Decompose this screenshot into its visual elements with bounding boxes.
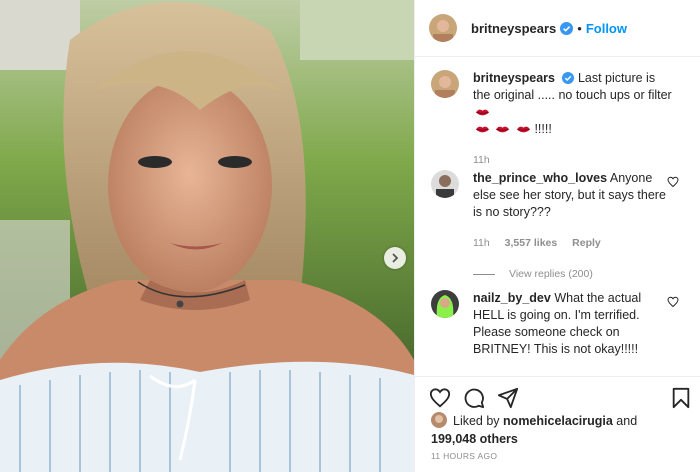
- divider: [473, 274, 495, 275]
- likes-prefix: Liked by: [453, 414, 500, 428]
- separator-dot: •: [577, 20, 582, 36]
- comment-meta: 11h 3,557 likes Reply: [473, 235, 667, 252]
- likes-user[interactable]: nomehicelacirugia: [503, 414, 613, 428]
- share-icon[interactable]: [497, 387, 519, 409]
- avatar[interactable]: [431, 290, 459, 318]
- verified-badge-icon: [560, 21, 574, 35]
- view-replies-label: View replies (200): [509, 268, 593, 280]
- selfie-photo: [0, 0, 414, 472]
- bookmark-icon[interactable]: [671, 387, 691, 409]
- lips-icon: [475, 126, 490, 133]
- caption-username[interactable]: britneyspears: [473, 71, 555, 85]
- likes-and: and: [616, 414, 638, 428]
- like-comment-heart-icon[interactable]: [667, 176, 679, 188]
- comment-username[interactable]: the_prince_who_loves: [473, 171, 607, 185]
- header-username[interactable]: britneyspears: [471, 21, 556, 36]
- post-timestamp[interactable]: 11 HOURS AGO: [431, 451, 497, 461]
- comments-list: britneyspears Last picture is the origin…: [415, 70, 700, 370]
- next-photo-button[interactable]: [384, 247, 406, 269]
- view-replies-button[interactable]: View replies (200): [473, 266, 667, 283]
- post-panel: britneyspears • Follow britneyspears Las…: [414, 0, 700, 472]
- comment-item: nailz_by_dev What the actual HELL is goi…: [415, 290, 700, 370]
- verified-badge-icon: [562, 72, 575, 84]
- avatar[interactable]: [431, 170, 459, 198]
- lips-icon: [516, 126, 531, 133]
- avatar[interactable]: [429, 14, 457, 42]
- comment-likes[interactable]: 3,557 likes: [505, 237, 558, 249]
- post-header: britneyspears • Follow: [415, 0, 700, 57]
- likes-count[interactable]: 199,048 others: [431, 432, 518, 446]
- action-bar: [415, 376, 700, 413]
- avatar[interactable]: [431, 70, 459, 98]
- caption-meta: 11h: [473, 152, 667, 169]
- caption-suffix: !!!!!: [534, 122, 552, 136]
- comment-time[interactable]: 11h: [473, 237, 490, 249]
- avatar[interactable]: [431, 412, 447, 428]
- reply-button[interactable]: Reply: [572, 237, 601, 249]
- lips-icon: [496, 126, 510, 133]
- comment-item: the_prince_who_loves Anyone else see her…: [415, 170, 700, 290]
- comment-username[interactable]: nailz_by_dev: [473, 291, 551, 305]
- comment-icon[interactable]: [463, 387, 485, 409]
- post-image[interactable]: [0, 0, 414, 472]
- like-comment-heart-icon[interactable]: [667, 296, 679, 308]
- lips-icon: [475, 109, 490, 116]
- caption-time[interactable]: 11h: [473, 154, 490, 166]
- like-heart-icon[interactable]: [429, 387, 451, 409]
- likes-summary: Liked by nomehicelacirugia and 199,048 o…: [431, 412, 637, 448]
- caption: britneyspears Last picture is the origin…: [415, 70, 700, 170]
- follow-button[interactable]: Follow: [586, 21, 627, 36]
- chevron-right-icon: [392, 253, 399, 263]
